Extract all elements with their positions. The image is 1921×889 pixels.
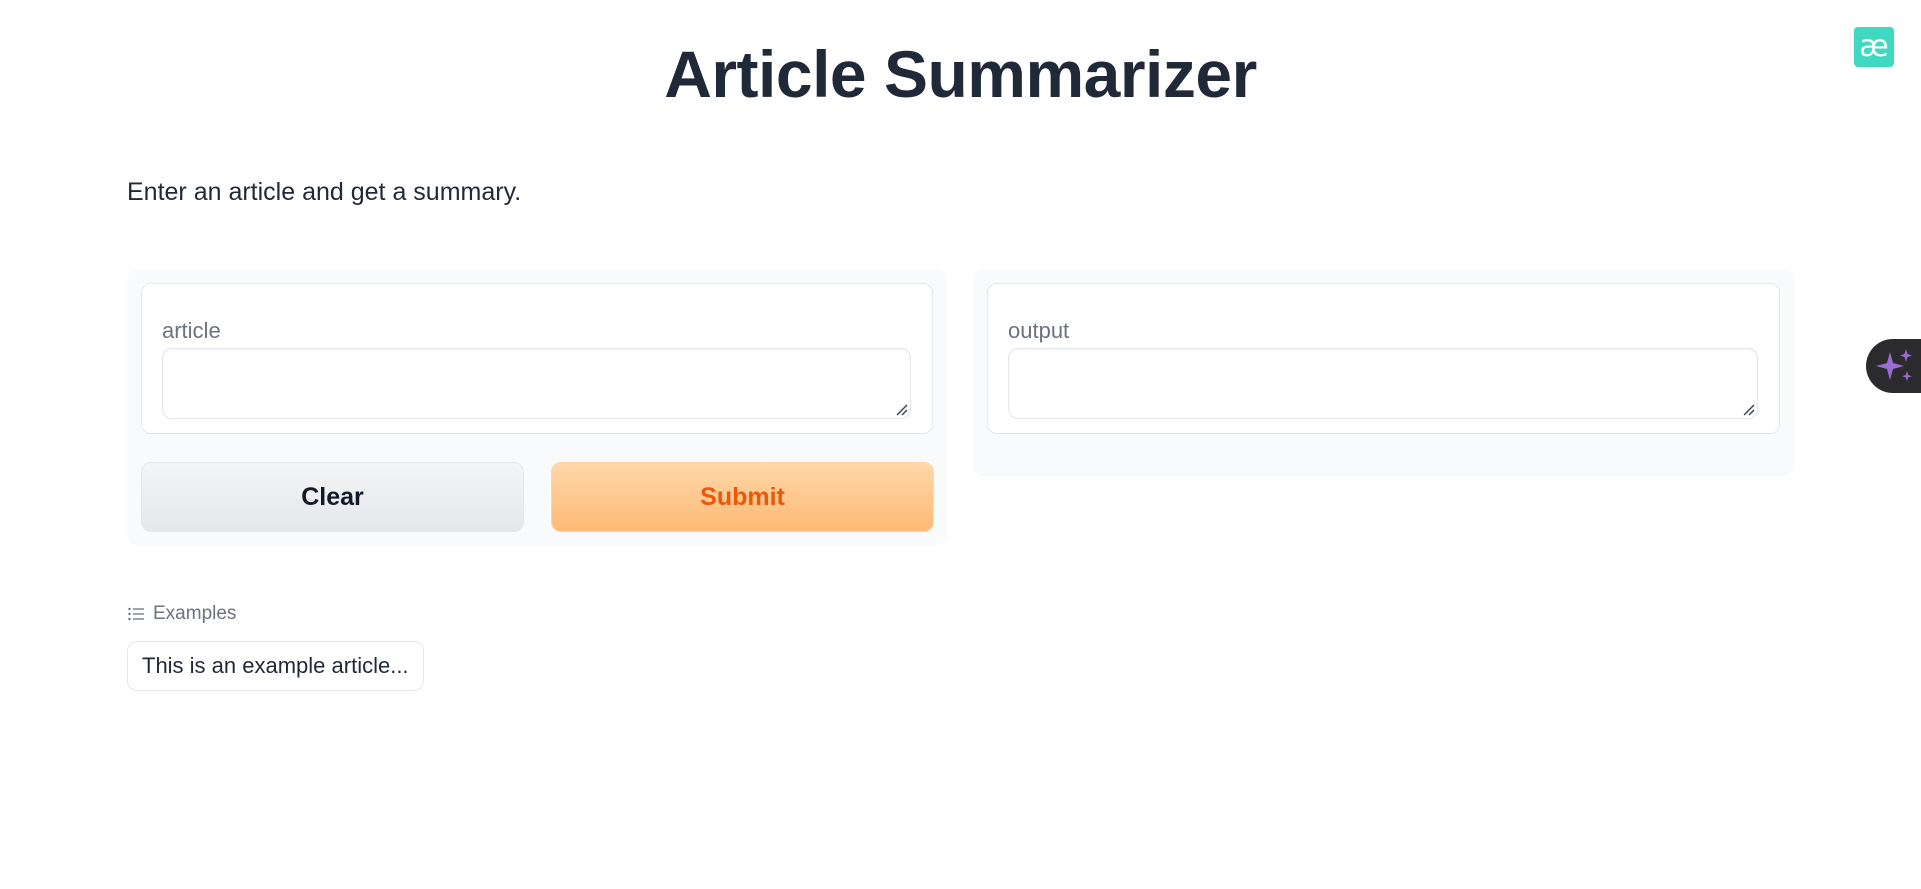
output-field: output <box>987 283 1780 434</box>
output-textarea[interactable] <box>1008 348 1758 419</box>
page-title: Article Summarizer <box>664 37 1257 111</box>
resize-handle-icon[interactable] <box>1741 402 1755 416</box>
list-icon <box>128 607 144 621</box>
assistant-tab[interactable] <box>1866 339 1921 393</box>
article-field: article <box>141 283 933 434</box>
resize-handle-icon[interactable] <box>894 402 908 416</box>
input-panel: article Clear Submit <box>127 269 947 545</box>
sparkle-icon <box>1876 349 1912 381</box>
article-label: article <box>162 318 221 343</box>
output-panel: output <box>973 269 1794 476</box>
article-textarea[interactable] <box>162 348 911 419</box>
page-description: Enter an article and get a summary. <box>127 178 522 206</box>
examples-label: Examples <box>153 603 237 624</box>
output-label: output <box>1008 318 1070 343</box>
examples-header: Examples <box>128 603 236 625</box>
clear-button[interactable]: Clear <box>141 462 524 532</box>
example-item[interactable]: This is an example article... <box>127 641 424 691</box>
submit-button[interactable]: Submit <box>551 462 934 532</box>
